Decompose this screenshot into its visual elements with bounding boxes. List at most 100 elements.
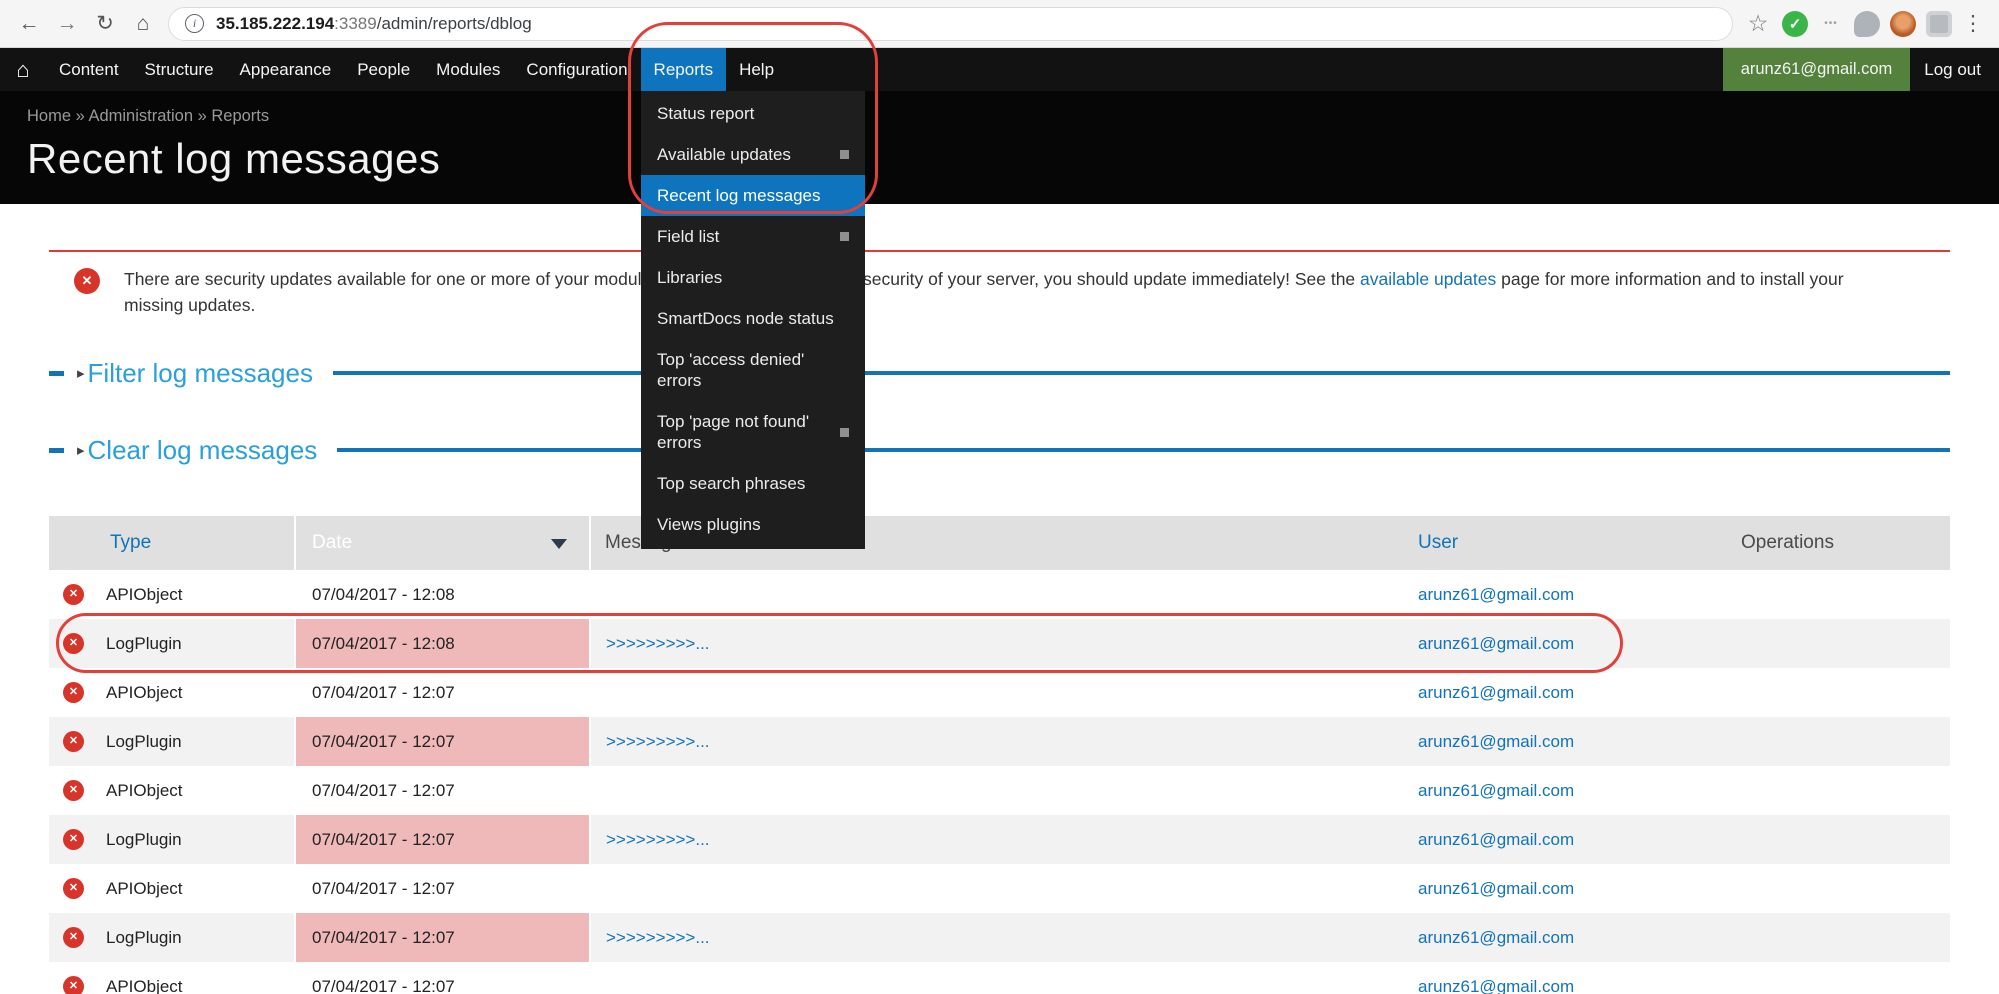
extension-gray-icon[interactable] [1854, 11, 1880, 37]
log-message-cell [590, 962, 1410, 994]
collapsed-arrow-icon[interactable]: ▸ [77, 364, 85, 382]
reports-menu-item-label: Status report [657, 103, 754, 124]
sort-user-link[interactable]: User [1418, 532, 1458, 553]
forward-icon[interactable]: → [48, 5, 86, 43]
log-user-link[interactable]: arunz61@gmail.com [1418, 928, 1574, 947]
url-bar[interactable]: i 35.185.222.194:3389/admin/reports/dblo… [168, 7, 1733, 41]
admin-menu-item-structure[interactable]: Structure [132, 48, 227, 91]
reports-menu-item-top-page-not-found-errors[interactable]: Top 'page not found' errors [641, 401, 865, 463]
admin-menu-item-appearance[interactable]: Appearance [227, 48, 345, 91]
reports-menu-item-label: Available updates [657, 144, 791, 165]
log-message-link[interactable]: >>>>>>>>>... [606, 732, 710, 751]
breadcrumb-reports[interactable]: Reports [211, 107, 269, 125]
reports-menu-item-libraries[interactable]: Libraries [641, 257, 865, 298]
admin-menu-item-help[interactable]: Help [726, 48, 787, 91]
sort-descending-icon [551, 539, 567, 549]
table-row: ✕APIObject 07/04/2017 - 12:07 arunz61@gm… [49, 668, 1950, 717]
table-row: ✕LogPlugin 07/04/2017 - 12:08 >>>>>>>>>.… [49, 619, 1950, 668]
log-user-link[interactable]: arunz61@gmail.com [1418, 977, 1574, 994]
back-icon[interactable]: ← [10, 5, 48, 43]
available-updates-link[interactable]: available updates [1360, 269, 1496, 289]
error-status-icon: ✕ [63, 633, 84, 654]
reports-menu-item-top-search-phrases[interactable]: Top search phrases [641, 463, 865, 504]
admin-menu-item-reports[interactable]: Reports [641, 48, 727, 91]
fieldset-clear-title[interactable]: Clear log messages [88, 435, 318, 466]
log-type: APIObject [106, 683, 183, 702]
admin-menu-item-modules[interactable]: Modules [423, 48, 513, 91]
reports-menu-item-recent-log-messages[interactable]: Recent log messages [641, 175, 865, 216]
log-operations [1735, 766, 1950, 815]
admin-menu-item-people[interactable]: People [344, 48, 423, 91]
log-date: 07/04/2017 - 12:07 [295, 913, 590, 962]
collapse-dash-icon[interactable] [49, 371, 64, 376]
error-status-icon: ✕ [63, 829, 84, 850]
log-user-link[interactable]: arunz61@gmail.com [1418, 781, 1574, 800]
log-user-link[interactable]: arunz61@gmail.com [1418, 683, 1574, 702]
logout-button[interactable]: Log out [1910, 48, 1999, 91]
account-button[interactable]: arunz61@gmail.com [1723, 48, 1911, 91]
log-type: APIObject [106, 585, 183, 604]
reports-menu-item-smartdocs-node-status[interactable]: SmartDocs node status [641, 298, 865, 339]
url-text[interactable]: 35.185.222.194:3389/admin/reports/dblog [216, 14, 532, 34]
log-type-cell: ✕LogPlugin [49, 619, 295, 668]
admin-menu-item-configuration[interactable]: Configuration [513, 48, 640, 91]
log-message-link[interactable]: >>>>>>>>>... [606, 830, 710, 849]
browser-menu-icon[interactable]: ⋮ [1957, 11, 1989, 36]
breadcrumb-separator: » [193, 107, 211, 125]
log-message-cell: >>>>>>>>>... [590, 619, 1410, 668]
browser-home-icon[interactable]: ⌂ [124, 5, 162, 43]
admin-home-icon[interactable]: ⌂ [0, 48, 46, 91]
bookmark-star-icon[interactable]: ☆ [1739, 5, 1777, 43]
log-type-cell: ✕LogPlugin [49, 913, 295, 962]
log-user-link[interactable]: arunz61@gmail.com [1418, 830, 1574, 849]
reports-menu-item-views-plugins[interactable]: Views plugins [641, 504, 865, 545]
admin-menu-item-content[interactable]: Content [46, 48, 132, 91]
breadcrumb-administration[interactable]: Administration [88, 107, 193, 125]
log-user-link[interactable]: arunz61@gmail.com [1418, 879, 1574, 898]
log-message-cell [590, 766, 1410, 815]
collapsed-arrow-icon[interactable]: ▸ [77, 441, 85, 459]
page-info-icon[interactable]: i [185, 14, 204, 33]
log-user-cell: arunz61@gmail.com [1410, 815, 1735, 864]
error-status-icon: ✕ [63, 878, 84, 899]
extension-square-icon[interactable] [1926, 11, 1952, 37]
error-status-icon: ✕ [63, 976, 84, 994]
sort-type-link[interactable]: Type [110, 532, 151, 553]
log-date: 07/04/2017 - 12:07 [295, 864, 590, 913]
error-icon: ✕ [74, 268, 100, 294]
log-message-link[interactable]: >>>>>>>>>... [606, 928, 710, 947]
log-user-link[interactable]: arunz61@gmail.com [1418, 634, 1574, 653]
reports-menu-item-status-report[interactable]: Status report [641, 93, 865, 134]
sort-date-header[interactable]: Date [295, 516, 590, 570]
log-user-link[interactable]: arunz61@gmail.com [1418, 585, 1574, 604]
log-user-cell: arunz61@gmail.com [1410, 864, 1735, 913]
log-user-cell: arunz61@gmail.com [1410, 766, 1735, 815]
reports-menu-item-available-updates[interactable]: Available updates [641, 134, 865, 175]
log-type-cell: ✕APIObject [49, 668, 295, 717]
log-user-cell: arunz61@gmail.com [1410, 913, 1735, 962]
log-type: APIObject [106, 879, 183, 898]
extension-check-icon[interactable]: ✓ [1782, 11, 1808, 37]
extension-orange-icon[interactable] [1890, 11, 1916, 37]
reload-icon[interactable]: ↻ [86, 5, 124, 43]
extension-dots-icon[interactable]: ••• [1818, 11, 1844, 37]
collapse-dash-icon[interactable] [49, 448, 64, 453]
log-operations [1735, 668, 1950, 717]
log-user-link[interactable]: arunz61@gmail.com [1418, 732, 1574, 751]
header-operations: Operations [1735, 516, 1950, 570]
table-row: ✕APIObject 07/04/2017 - 12:08 arunz61@gm… [49, 570, 1950, 619]
log-type-cell: ✕APIObject [49, 766, 295, 815]
breadcrumb-separator: » [71, 107, 88, 125]
reports-menu-item-label: Libraries [657, 267, 722, 288]
page-title: Recent log messages [27, 135, 1999, 183]
log-operations [1735, 570, 1950, 619]
log-message-link[interactable]: >>>>>>>>>... [606, 634, 710, 653]
reports-menu-item-field-list[interactable]: Field list [641, 216, 865, 257]
reports-menu-item-top-access-denied-errors[interactable]: Top 'access denied' errors [641, 339, 865, 401]
log-type: APIObject [106, 977, 183, 994]
breadcrumb-home[interactable]: Home [27, 107, 71, 125]
menu-marker-icon [840, 428, 849, 437]
fieldset-filter-title[interactable]: Filter log messages [88, 358, 313, 389]
reports-menu-item-label: Field list [657, 226, 719, 247]
log-user-cell: arunz61@gmail.com [1410, 962, 1735, 994]
